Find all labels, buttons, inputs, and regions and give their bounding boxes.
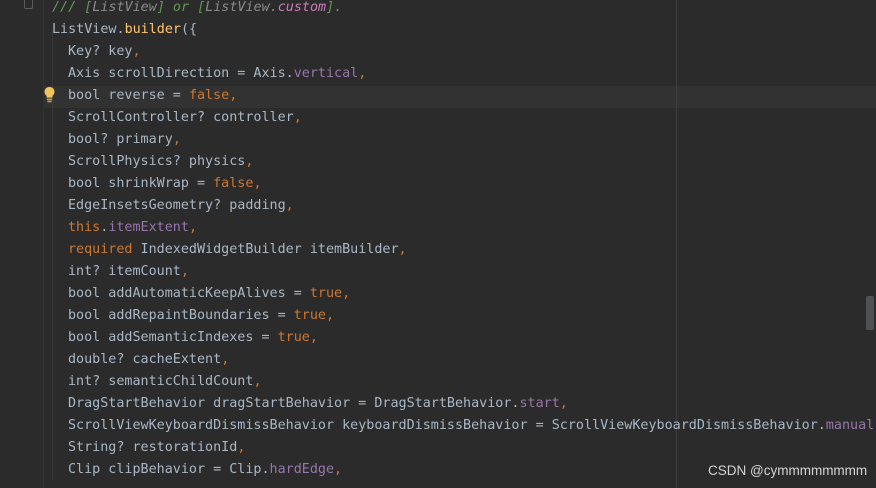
param-line: bool reverse = false, — [68, 88, 238, 103]
watermark: CSDN @cymmmmmmmm — [708, 463, 868, 478]
param-line: int? semanticChildCount, — [68, 374, 262, 389]
param-line: Key? key, — [68, 44, 141, 59]
param-line: Axis scrollDirection = Axis.vertical, — [68, 66, 367, 81]
fold-marker-icon[interactable] — [24, 0, 33, 9]
param-line: bool addSemanticIndexes = true, — [68, 330, 318, 345]
param-line: ScrollViewKeyboardDismissBehavior keyboa… — [68, 418, 876, 433]
param-line: DragStartBehavior dragStartBehavior = Dr… — [68, 396, 568, 411]
param-line: bool addRepaintBoundaries = true, — [68, 308, 335, 323]
param-line: ScrollController? controller, — [68, 110, 302, 125]
editor-gutter[interactable] — [0, 0, 44, 488]
param-line: bool? primary, — [68, 132, 181, 147]
param-line: String? restorationId, — [68, 440, 246, 455]
param-line: bool shrinkWrap = false, — [68, 176, 262, 191]
lightbulb-icon[interactable] — [43, 86, 56, 103]
code-editor[interactable]: /// [ListView] or [ListView.custom]. Lis… — [0, 0, 876, 488]
gutter-divider — [43, 0, 44, 488]
param-line: required IndexedWidgetBuilder itemBuilde… — [68, 242, 407, 257]
vertical-scrollbar-thumb[interactable] — [866, 296, 874, 330]
param-line: bool addAutomaticKeepAlives = true, — [68, 286, 351, 301]
param-line: ScrollPhysics? physics, — [68, 154, 254, 169]
param-line: Clip clipBehavior = Clip.hardEdge, — [68, 462, 343, 477]
param-line: double? cacheExtent, — [68, 352, 230, 367]
param-line: int? itemCount, — [68, 264, 189, 279]
constructor-header-line: ListView.builder({ — [52, 22, 198, 37]
param-line: EdgeInsetsGeometry? padding, — [68, 198, 294, 213]
param-line: this.itemExtent, — [68, 220, 197, 235]
doc-comment-line: /// [ListView] or [ListView.custom]. — [52, 0, 343, 15]
